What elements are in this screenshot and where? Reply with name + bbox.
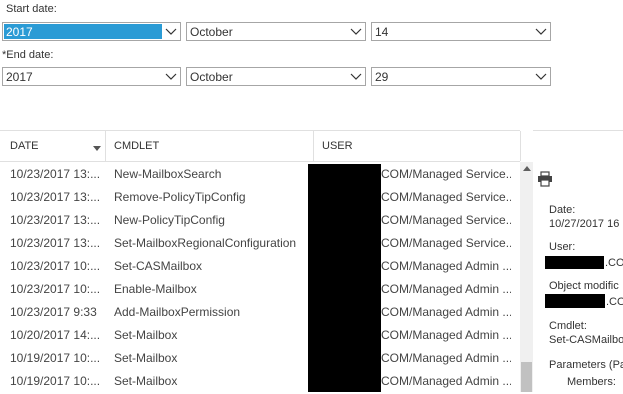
detail-user-label: User: [549, 241, 576, 253]
detail-object-value: .CO [606, 296, 623, 308]
table-row[interactable]: 10/19/2017 10:... Set-Mailbox COM/Manage… [0, 348, 520, 371]
chevron-down-icon[interactable] [347, 23, 365, 40]
row-cmdlet: New-MailboxSearch [114, 167, 222, 181]
row-cmdlet: Enable-Mailbox [114, 282, 197, 296]
row-user: COM/Managed Admin ... [381, 305, 511, 319]
column-divider [520, 131, 521, 161]
row-date: 10/23/2017 13:... [10, 167, 101, 181]
column-header-user-label: USER [322, 140, 353, 152]
row-date: 10/23/2017 13:... [10, 213, 101, 227]
start-month-value: October [190, 25, 233, 39]
row-cmdlet: Set-CASMailbox [114, 259, 203, 273]
table-row[interactable]: 10/23/2017 13:... Set-MailboxRegionalCon… [0, 233, 520, 256]
row-cmdlet: Set-MailboxRegionalConfiguration [114, 236, 297, 250]
redaction-block [545, 256, 604, 269]
start-day-select[interactable]: 14 [371, 22, 551, 41]
start-day-value: 14 [375, 25, 389, 39]
row-date: 10/19/2017 10:... [10, 374, 101, 388]
row-user: COM/Managed Service... [381, 213, 511, 227]
row-date: 10/23/2017 13:... [10, 190, 101, 204]
detail-date-label: Date: [549, 204, 576, 216]
row-date: 10/23/2017 9:33 [10, 305, 97, 319]
end-date-label: *End date: [2, 49, 54, 61]
column-header-date[interactable]: DATE [10, 131, 105, 161]
chevron-down-icon[interactable] [532, 23, 550, 40]
detail-cmdlet-label: Cmdlet: [549, 320, 587, 332]
column-header-user[interactable]: USER [322, 131, 512, 161]
sort-descending-icon[interactable] [93, 143, 101, 155]
row-user: COM/Managed Service... [381, 167, 511, 181]
column-header-cmdlet[interactable]: CMDLET [114, 131, 309, 161]
scroll-up-icon[interactable] [523, 166, 531, 171]
end-day-value: 29 [375, 70, 389, 84]
chevron-down-icon[interactable] [532, 68, 550, 85]
row-user: COM/Managed Admin ... [381, 351, 511, 365]
row-cmdlet: Remove-PolicyTipConfig [114, 190, 246, 204]
detail-date-value: 10/27/2017 16 [549, 218, 620, 230]
detail-parameters-label: Parameters (Pa [549, 359, 623, 371]
row-user: COM/Managed Service... [381, 236, 511, 250]
detail-members-label: Members: [567, 376, 616, 388]
end-month-select[interactable]: October [186, 67, 366, 86]
end-month-value: October [190, 70, 233, 84]
table-row[interactable]: 10/23/2017 10:... Enable-Mailbox COM/Man… [0, 279, 520, 302]
row-cmdlet: Set-Mailbox [114, 374, 178, 388]
redaction-block [308, 164, 381, 392]
row-user: COM/Managed Service... [381, 190, 511, 204]
table-row[interactable]: 10/23/2017 9:33 Add-MailboxPermission CO… [0, 302, 520, 325]
end-day-select[interactable]: 29 [371, 67, 551, 86]
row-user: COM/Managed Admin ... [381, 328, 511, 342]
table-row[interactable]: 10/23/2017 13:... New-PolicyTipConfig CO… [0, 210, 520, 233]
table-row[interactable]: 10/23/2017 13:... New-MailboxSearch COM/… [0, 164, 520, 187]
redaction-block [545, 294, 605, 308]
scrollbar-thumb[interactable] [521, 362, 532, 392]
chevron-down-icon[interactable] [162, 23, 180, 40]
row-date: 10/20/2017 14:... [10, 328, 101, 342]
details-top-border [533, 130, 623, 131]
table-row[interactable]: 10/19/2017 10:... Set-Mailbox COM/Manage… [0, 371, 520, 394]
header-bottom-border [0, 161, 520, 162]
column-header-date-label: DATE [10, 140, 39, 152]
print-icon[interactable] [537, 171, 553, 187]
detail-object-label: Object modific [549, 280, 619, 292]
row-user: COM/Managed Admin ... [381, 259, 511, 273]
start-year-value: 2017 [6, 25, 33, 39]
row-date: 10/23/2017 10:... [10, 282, 101, 296]
end-year-value: 2017 [6, 70, 33, 84]
start-month-select[interactable]: October [186, 22, 366, 41]
detail-cmdlet-value: Set-CASMailbo [549, 334, 623, 346]
table-row[interactable]: 10/23/2017 13:... Remove-PolicyTipConfig… [0, 187, 520, 210]
start-year-select[interactable]: 2017 [2, 22, 181, 41]
column-header-cmdlet-label: CMDLET [114, 140, 160, 152]
column-divider[interactable] [313, 131, 314, 161]
row-cmdlet: Add-MailboxPermission [114, 305, 241, 319]
row-date: 10/23/2017 13:... [10, 236, 101, 250]
row-cmdlet: New-PolicyTipConfig [114, 213, 225, 227]
row-cmdlet: Set-Mailbox [114, 328, 178, 342]
start-date-label: Start date: [6, 3, 57, 15]
row-date: 10/23/2017 10:... [10, 259, 101, 273]
chevron-down-icon[interactable] [347, 68, 365, 85]
row-user: COM/Managed Admin ... [381, 374, 511, 388]
row-user: COM/Managed Admin ... [381, 282, 511, 296]
row-date: 10/19/2017 10:... [10, 351, 101, 365]
column-divider[interactable] [105, 131, 106, 161]
chevron-down-icon[interactable] [162, 68, 180, 85]
scrollbar-track[interactable] [520, 162, 533, 392]
end-year-select[interactable]: 2017 [2, 67, 181, 86]
table-row[interactable]: 10/23/2017 10:... Set-CASMailbox COM/Man… [0, 256, 520, 279]
table-row[interactable]: 10/20/2017 14:... Set-Mailbox COM/Manage… [0, 325, 520, 348]
row-cmdlet: Set-Mailbox [114, 351, 178, 365]
detail-user-value: .CO [605, 257, 623, 269]
